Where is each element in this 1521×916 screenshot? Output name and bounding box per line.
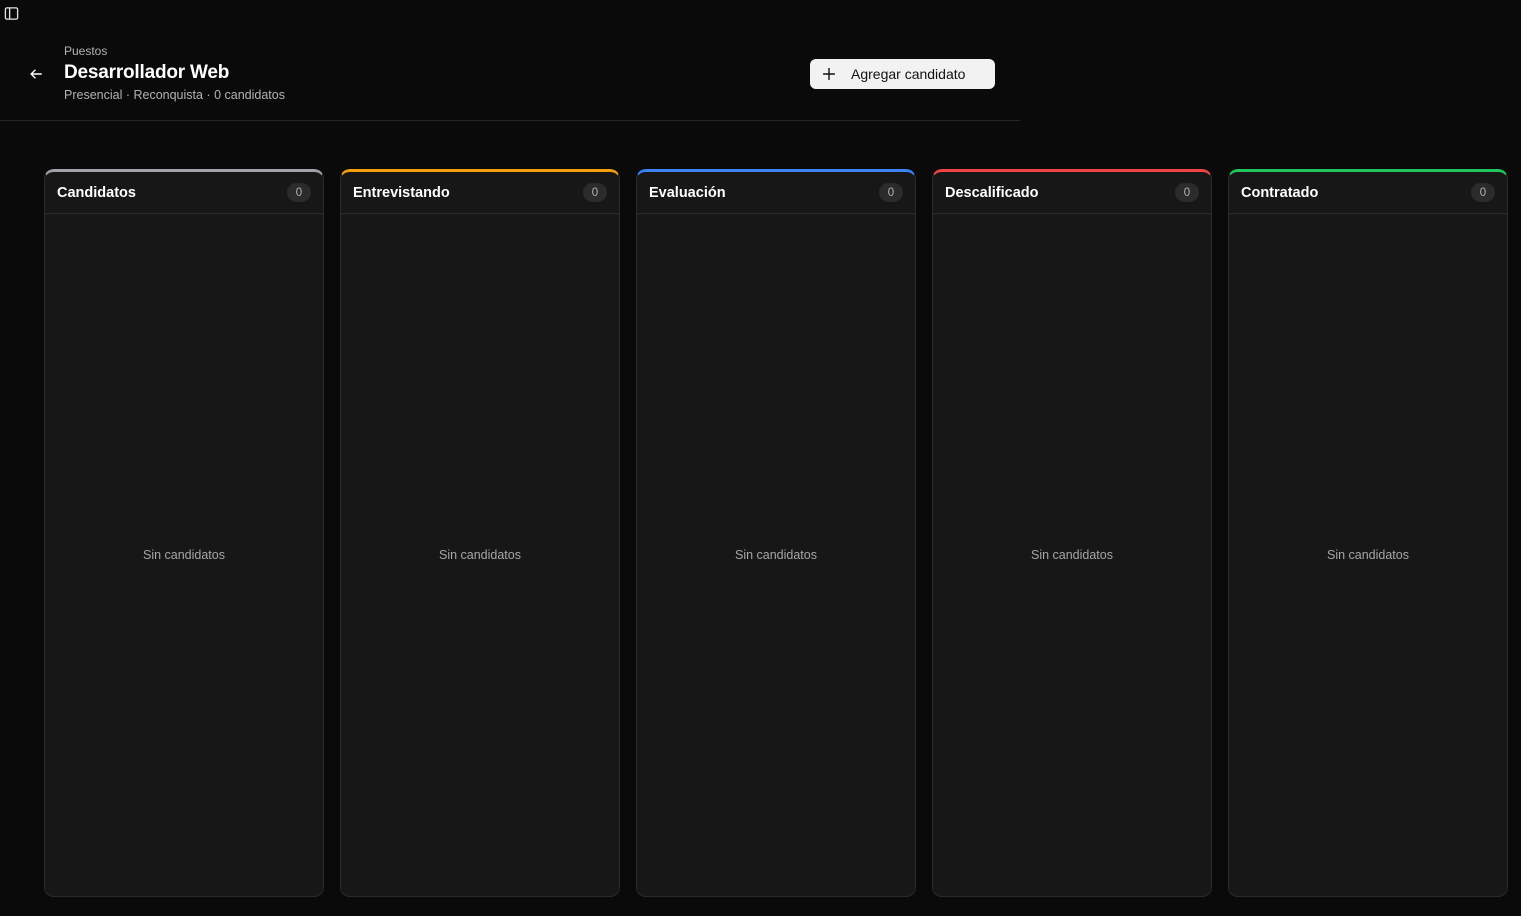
- column-title: Candidatos: [57, 184, 136, 201]
- page-header: Puestos Desarrollador Web Presencial · R…: [0, 0, 1020, 121]
- column-contratado: Contratado 0 Sin candidatos: [1228, 169, 1508, 897]
- column-dropzone[interactable]: Sin candidatos: [341, 217, 619, 896]
- page-subtitle: Presencial · Reconquista · 0 candidatos: [64, 88, 285, 102]
- column-dropzone[interactable]: Sin candidatos: [637, 217, 915, 896]
- column-dropzone[interactable]: Sin candidatos: [45, 217, 323, 896]
- column-title: Evaluación: [649, 184, 726, 201]
- count-badge: 0: [287, 183, 311, 202]
- empty-state-text: Sin candidatos: [734, 548, 817, 562]
- column-evaluacion: Evaluación 0 Sin candidatos: [636, 169, 916, 897]
- breadcrumb[interactable]: Puestos: [64, 44, 107, 58]
- column-title: Entrevistando: [353, 184, 450, 201]
- count-badge: 0: [1175, 183, 1199, 202]
- column-title: Descalificado: [945, 184, 1039, 201]
- empty-state-text: Sin candidatos: [438, 548, 521, 562]
- column-candidatos: Candidatos 0 Sin candidatos: [44, 169, 324, 897]
- column-dropzone[interactable]: Sin candidatos: [1229, 217, 1507, 896]
- column-descalificado: Descalificado 0 Sin candidatos: [932, 169, 1212, 897]
- empty-state-text: Sin candidatos: [1326, 548, 1409, 562]
- plus-icon: [822, 67, 836, 81]
- column-header: Evaluación 0: [637, 172, 915, 214]
- column-header: Entrevistando 0: [341, 172, 619, 214]
- column-header: Candidatos 0: [45, 172, 323, 214]
- column-header: Descalificado 0: [933, 172, 1211, 214]
- add-candidate-label: Agregar candidato: [851, 66, 966, 82]
- empty-state-text: Sin candidatos: [1030, 548, 1113, 562]
- column-title: Contratado: [1241, 184, 1319, 201]
- add-candidate-button[interactable]: Agregar candidato: [810, 59, 995, 89]
- arrow-left-icon: [30, 69, 42, 79]
- empty-state-text: Sin candidatos: [142, 548, 225, 562]
- page-title: Desarrollador Web: [64, 62, 230, 83]
- column-header: Contratado 0: [1229, 172, 1507, 214]
- count-badge: 0: [1471, 183, 1495, 202]
- kanban-board: Candidatos 0 Sin candidatos Entrevistand…: [44, 169, 1508, 897]
- column-entrevistando: Entrevistando 0 Sin candidatos: [340, 169, 620, 897]
- back-button[interactable]: [25, 63, 47, 85]
- count-badge: 0: [879, 183, 903, 202]
- column-dropzone[interactable]: Sin candidatos: [933, 217, 1211, 896]
- count-badge: 0: [583, 183, 607, 202]
